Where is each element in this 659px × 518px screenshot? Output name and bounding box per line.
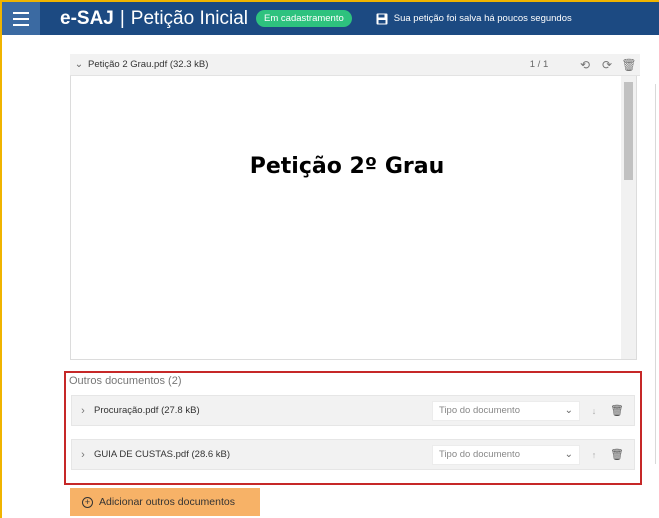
document-filename: GUIA DE CUSTAS.pdf (28.6 kB): [94, 449, 231, 460]
chevron-down-icon[interactable]: ⌄: [70, 59, 88, 70]
chevron-right-icon[interactable]: ›: [72, 449, 94, 461]
divider: [655, 84, 656, 464]
pdf-viewer[interactable]: Petição 2º Grau: [70, 76, 637, 360]
document-row-procuracao[interactable]: › Procuração.pdf (27.8 kB) Tipo do docum…: [71, 395, 635, 426]
document-type-select[interactable]: Tipo do documento ⌄: [432, 444, 580, 465]
other-documents-section: Outros documentos (2) › Procuração.pdf (…: [64, 371, 642, 485]
document-filename: Procuração.pdf (27.8 kB): [94, 405, 200, 416]
document-row-guia-custas[interactable]: › GUIA DE CUSTAS.pdf (28.6 kB) Tipo do d…: [71, 439, 635, 470]
save-status-text: Sua petição foi salva há poucos segundos: [393, 13, 572, 24]
rotate-left-icon[interactable]: ⟲: [574, 58, 596, 72]
menu-icon-line: [13, 23, 29, 26]
other-documents-title: Outros documentos (2): [69, 375, 182, 387]
title-separator: |: [119, 7, 125, 29]
move-up-icon[interactable]: ↑: [586, 450, 602, 460]
chevron-down-icon: ⌄: [564, 448, 573, 460]
viewer-filename: Petição 2 Grau.pdf (32.3 kB): [88, 59, 209, 70]
trash-icon[interactable]: 🗑: [618, 58, 640, 72]
document-type-placeholder: Tipo do documento: [439, 449, 520, 460]
viewer-toolbar: ⌄ Petição 2 Grau.pdf (32.3 kB) 1 / 1 ⟲ ⟳…: [70, 54, 640, 76]
viewer-scrollbar[interactable]: [621, 76, 636, 359]
chevron-down-icon: ⌄: [564, 404, 573, 416]
menu-icon-line: [13, 17, 29, 20]
page-title: Petição Inicial: [130, 7, 249, 29]
page-counter: 1 / 1: [529, 59, 549, 70]
document-type-placeholder: Tipo do documento: [439, 405, 520, 416]
document-heading: Petição 2º Grau: [249, 154, 445, 179]
menu-icon-line: [13, 11, 29, 14]
menu-button[interactable]: [2, 2, 40, 35]
add-other-documents-button[interactable]: + Adicionar outros documentos: [70, 488, 260, 516]
scrollbar-thumb[interactable]: [624, 82, 633, 180]
document-type-select[interactable]: Tipo do documento ⌄: [432, 400, 580, 421]
top-header: e-SAJ | Petição Inicial Em cadastramento…: [2, 2, 659, 35]
trash-icon[interactable]: 🗑: [610, 448, 624, 461]
save-status: Sua petição foi salva há poucos segundos: [376, 13, 572, 25]
save-icon: [376, 13, 388, 24]
status-badge: Em cadastramento: [256, 10, 352, 27]
rotate-right-icon[interactable]: ⟳: [596, 58, 618, 72]
trash-icon[interactable]: 🗑: [610, 404, 624, 417]
plus-circle-icon: +: [82, 496, 93, 508]
chevron-right-icon[interactable]: ›: [72, 405, 94, 417]
move-down-icon[interactable]: ↓: [586, 406, 602, 416]
add-button-label: Adicionar outros documentos: [99, 496, 235, 508]
brand-logo: e-SAJ: [60, 7, 114, 29]
